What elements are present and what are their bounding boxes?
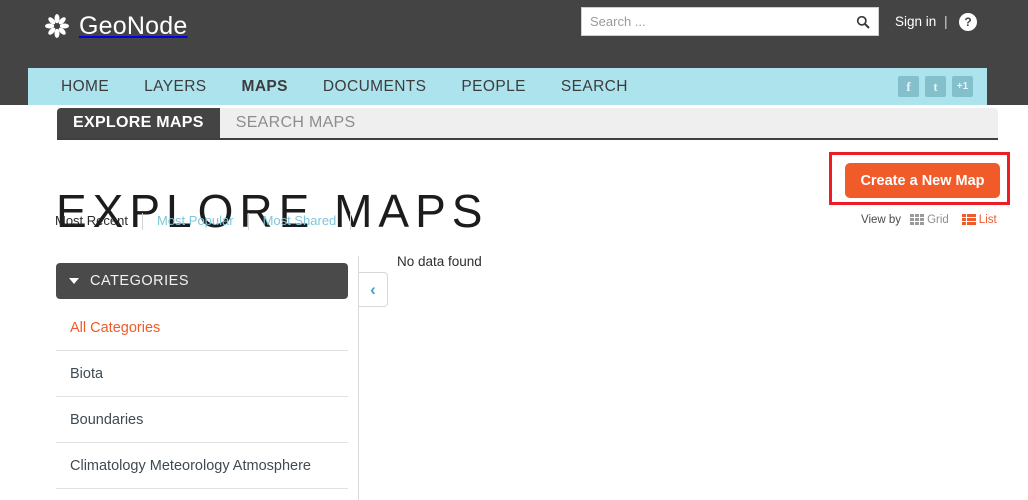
category-item-climatology-meteorology-atmosphere[interactable]: Climatology Meteorology Atmosphere [56, 443, 348, 489]
sort-divider [350, 212, 352, 230]
chevron-down-icon [69, 278, 79, 284]
category-list: All Categories Biota Boundaries Climatol… [56, 305, 348, 489]
header-separator: | [944, 13, 948, 29]
list-icon [961, 214, 976, 226]
nav-item-maps[interactable]: MAPS [242, 78, 288, 96]
categories-header-label: CATEGORIES [90, 273, 189, 289]
categories-sidebar: CATEGORIES All Categories Biota Boundari… [56, 263, 348, 489]
main-navigation-bar: HOME LAYERS MAPS DOCUMENTS PEOPLE SEARCH… [28, 68, 987, 105]
nav-item-home[interactable]: HOME [61, 78, 109, 96]
nav-item-people[interactable]: PEOPLE [461, 78, 525, 96]
view-by-label: View by [861, 214, 902, 226]
help-icon[interactable]: ? [959, 13, 977, 31]
pinwheel-logo-icon [44, 13, 70, 39]
grid-icon [910, 214, 925, 226]
view-grid-option[interactable]: Grid [910, 214, 949, 226]
sign-in-link[interactable]: Sign in [895, 14, 936, 29]
chevron-left-icon: ‹ [370, 280, 376, 299]
category-item-all-categories[interactable]: All Categories [56, 305, 348, 351]
social-links: f t +1 [898, 76, 973, 97]
tab-bar: EXPLORE MAPS SEARCH MAPS [57, 108, 998, 140]
geonode-explore-maps-page: GeoNode Sign in | ? HOME LAYERS MAPS DOC… [0, 0, 1028, 500]
category-item-biota[interactable]: Biota [56, 351, 348, 397]
search-icon[interactable] [848, 8, 878, 35]
tab-explore-maps[interactable]: EXPLORE MAPS [57, 108, 220, 138]
facebook-icon[interactable]: f [898, 76, 919, 97]
create-a-new-map-button[interactable]: Create a New Map [845, 163, 1000, 198]
search-input[interactable] [582, 8, 848, 35]
googleplus-icon[interactable]: +1 [952, 76, 973, 97]
sort-most-popular[interactable]: Most Popular [143, 212, 248, 230]
nav-item-search[interactable]: SEARCH [561, 78, 628, 96]
category-item-boundaries[interactable]: Boundaries [56, 397, 348, 443]
brand-logo-link[interactable]: GeoNode [44, 8, 187, 44]
no-data-message: No data found [397, 254, 482, 269]
sidebar-collapse-button[interactable]: ‹ [359, 272, 388, 307]
view-grid-label: Grid [927, 214, 949, 226]
nav-item-documents[interactable]: DOCUMENTS [323, 78, 427, 96]
search-box[interactable] [581, 7, 879, 36]
sort-most-shared[interactable]: Most Shared [249, 212, 351, 230]
nav-item-list: HOME LAYERS MAPS DOCUMENTS PEOPLE SEARCH [61, 68, 663, 105]
view-list-option[interactable]: List [961, 214, 997, 226]
tab-search-maps[interactable]: SEARCH MAPS [220, 108, 372, 138]
sort-most-recent[interactable]: Most Recent [55, 212, 142, 230]
brand-name: GeoNode [79, 11, 188, 40]
view-by-controls: View by Grid List [861, 211, 1004, 229]
sort-options: Most Recent Most Popular Most Shared [55, 211, 352, 231]
nav-item-layers[interactable]: LAYERS [144, 78, 206, 96]
view-list-label: List [978, 214, 997, 226]
twitter-icon[interactable]: t [925, 76, 946, 97]
categories-header-toggle[interactable]: CATEGORIES [56, 263, 348, 299]
